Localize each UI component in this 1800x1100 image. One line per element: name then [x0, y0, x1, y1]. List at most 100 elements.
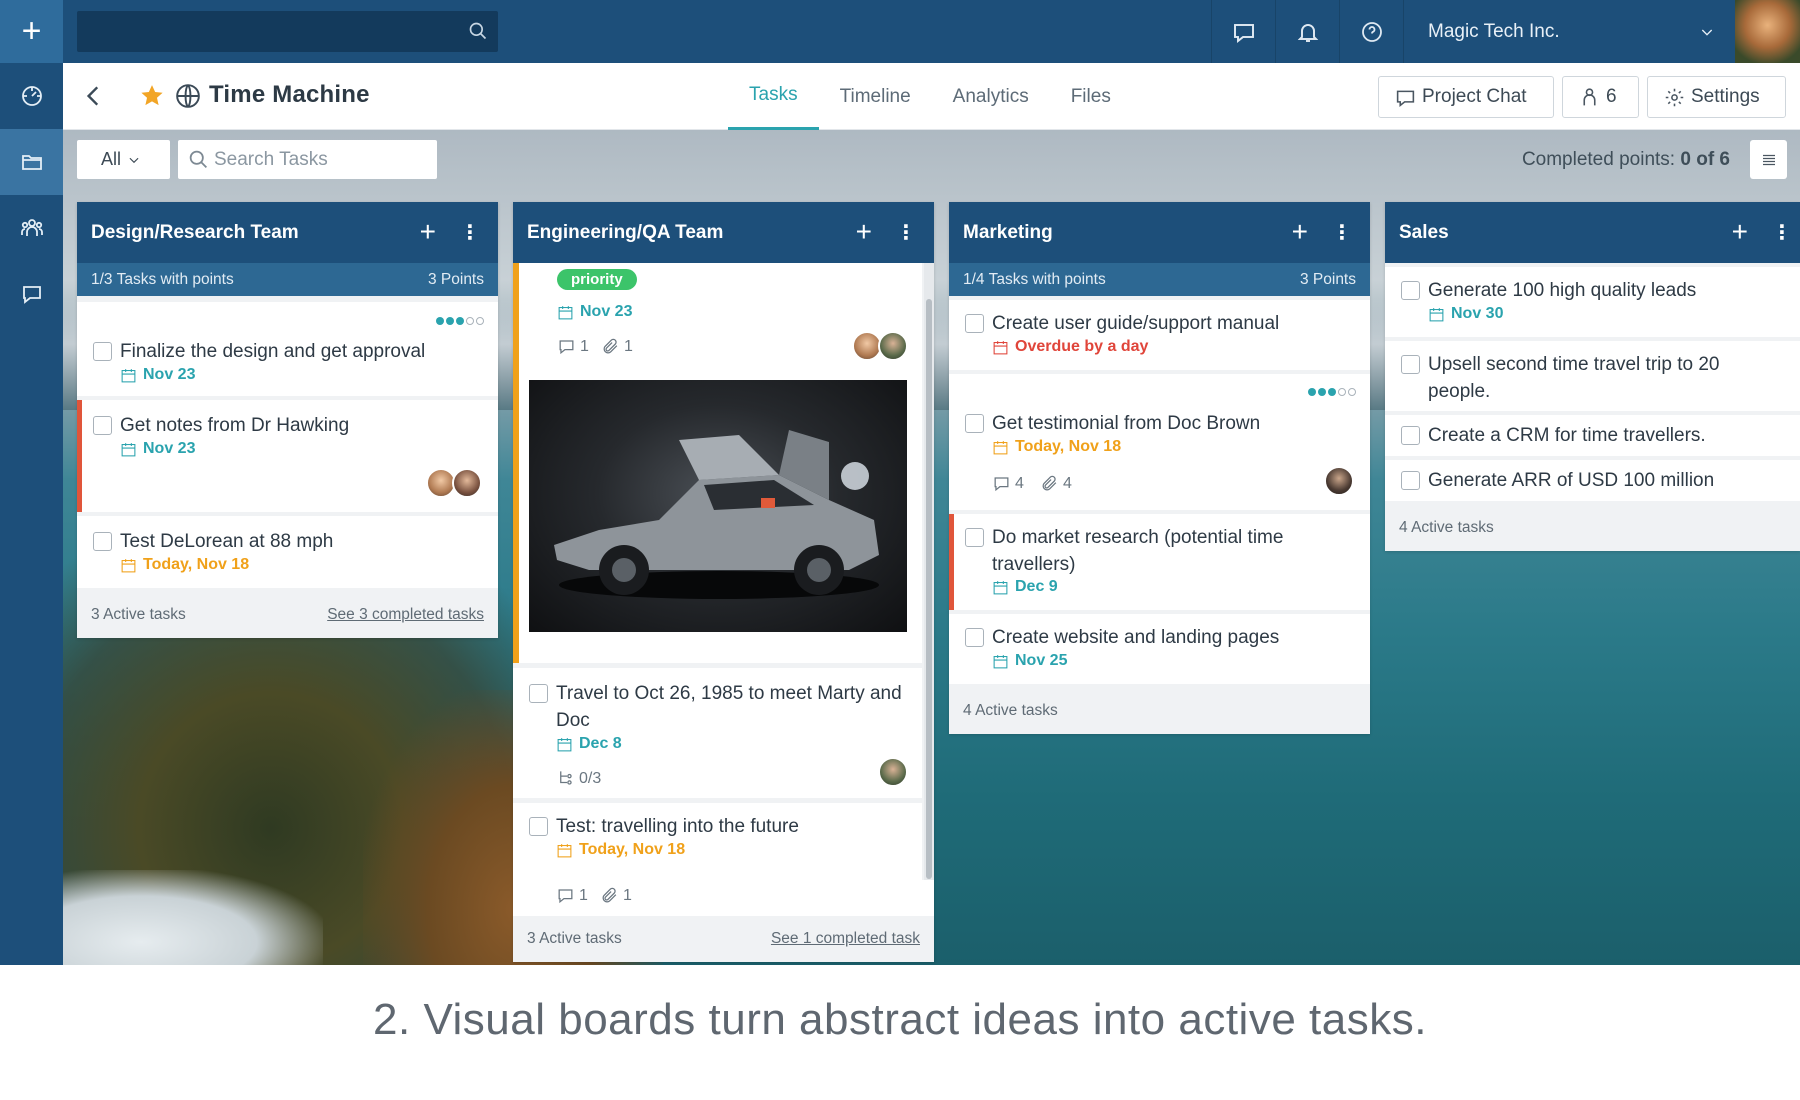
task-card[interactable]: Travel to Oct 26, 1985 to meet Marty and…	[513, 668, 922, 798]
chevron-down-icon	[129, 157, 139, 163]
task-checkbox[interactable]	[965, 628, 984, 647]
task-checkbox[interactable]	[965, 528, 984, 547]
more-options-icon[interactable]: ⋮	[894, 221, 918, 245]
comments-count: 1	[557, 337, 589, 356]
tab-files[interactable]: Files	[1050, 63, 1132, 130]
user-avatar[interactable]	[1735, 0, 1800, 63]
settings-label: Settings	[1691, 86, 1760, 107]
task-title: Create website and landing pages	[992, 627, 1280, 648]
due-date: Nov 23	[557, 303, 632, 321]
task-card[interactable]: Create a CRM for time travellers.	[1385, 415, 1800, 456]
back-arrow-icon[interactable]	[81, 83, 107, 109]
task-checkbox[interactable]	[93, 532, 112, 551]
scope-filter-value: All	[101, 149, 122, 169]
task-card[interactable]: Upsell second time travel trip to 20 peo…	[1385, 341, 1800, 411]
task-attachment-image[interactable]	[529, 380, 907, 632]
company-switcher[interactable]: Magic Tech Inc.	[1403, 0, 1735, 63]
task-checkbox[interactable]	[529, 684, 548, 703]
task-checkbox[interactable]	[1401, 426, 1420, 445]
projects-folder-icon[interactable]	[0, 129, 63, 195]
column-title: Marketing	[963, 221, 1053, 243]
attachments-count: 1	[600, 886, 632, 905]
tab-analytics[interactable]: Analytics	[932, 63, 1050, 130]
add-task-icon[interactable]: +	[856, 218, 872, 246]
column-points-summary: 1/4 Tasks with points 3 Points	[949, 263, 1370, 296]
due-date: Nov 23	[120, 440, 195, 458]
priority-tag: priority	[557, 269, 637, 290]
team-people-icon[interactable]	[0, 195, 63, 261]
scope-filter-dropdown[interactable]: All	[77, 140, 170, 179]
assignee-avatar[interactable]	[1324, 466, 1354, 496]
more-options-icon[interactable]: ⋮	[1770, 221, 1794, 245]
task-card[interactable]: Test DeLorean at 88 mph Today, Nov 18	[77, 516, 498, 588]
tab-timeline[interactable]: Timeline	[819, 63, 932, 130]
task-checkbox[interactable]	[965, 414, 984, 433]
task-checkbox[interactable]	[529, 817, 548, 836]
column-footer: 3 Active tasks See 3 completed tasks	[77, 592, 498, 638]
task-card[interactable]: Finalize the design and get approval Nov…	[77, 302, 498, 396]
paperclip-icon	[603, 338, 618, 354]
column-sales: Sales + ⋮ Generate 100 high quality lead…	[1385, 202, 1800, 551]
more-options-icon[interactable]: ⋮	[1330, 221, 1354, 245]
scrollbar-track[interactable]	[924, 263, 934, 880]
task-card[interactable]: Test: travelling into the future Today, …	[513, 803, 922, 880]
task-checkbox[interactable]	[93, 342, 112, 361]
task-card[interactable]: Do market research (potential time trave…	[949, 514, 1370, 610]
due-date: Today, Nov 18	[120, 556, 249, 574]
task-title: Create user guide/support manual	[992, 313, 1280, 334]
task-checkbox[interactable]	[1401, 471, 1420, 490]
members-button[interactable]: 6	[1562, 76, 1639, 118]
help-icon[interactable]	[1339, 0, 1403, 63]
dashboard-nav-icon[interactable]	[0, 63, 63, 129]
points-total: 3 Points	[427, 270, 484, 288]
task-card[interactable]: Create website and landing pages Nov 25	[949, 614, 1370, 684]
column-scroll-area: priority Nov 23 1 1 Travel to Oct 26, 19…	[513, 263, 934, 880]
assignee-avatar[interactable]	[878, 757, 908, 787]
global-search-input[interactable]	[77, 11, 498, 52]
calendar-icon	[558, 305, 573, 319]
favorite-star-icon[interactable]	[139, 83, 165, 109]
task-card[interactable]: Generate ARR of USD 100 million	[1385, 460, 1800, 501]
column-marketing: Marketing + ⋮ 1/4 Tasks with points 3 Po…	[949, 202, 1370, 734]
paperclip-icon	[1042, 475, 1057, 491]
task-card[interactable]: Get testimonial from Doc Brown Today, No…	[949, 374, 1370, 510]
task-card[interactable]: Generate 100 high quality leads Nov 30	[1385, 267, 1800, 337]
search-tasks-input[interactable]: Search Tasks	[178, 140, 437, 179]
task-card[interactable]: Get notes from Dr Hawking Nov 23	[77, 400, 498, 512]
task-checkbox[interactable]	[1401, 355, 1420, 374]
chat-icon[interactable]	[1211, 0, 1275, 63]
column-title: Design/Research Team	[91, 221, 299, 243]
assignee-avatar[interactable]	[878, 331, 908, 361]
completed-points: Completed points: 0 of 6	[1522, 149, 1730, 171]
scrollbar-thumb[interactable]	[926, 299, 932, 879]
tasks-with-points: 1/3 Tasks with points	[91, 270, 234, 288]
completed-points-label: Completed points:	[1521, 149, 1676, 170]
column-engineering-qa: Engineering/QA Team + ⋮ priority Nov 23 …	[513, 202, 934, 962]
task-card[interactable]: priority Nov 23 1 1	[513, 263, 922, 663]
add-task-icon[interactable]: +	[1732, 218, 1748, 246]
create-new-button[interactable]: +	[0, 0, 63, 63]
task-title: Upsell second time travel trip to 20 peo…	[1428, 354, 1720, 402]
task-checkbox[interactable]	[93, 416, 112, 435]
project-chat-button[interactable]: Project Chat	[1378, 76, 1554, 118]
notifications-bell-icon[interactable]	[1275, 0, 1339, 63]
list-view-toggle[interactable]	[1750, 140, 1787, 179]
task-card[interactable]: Create user guide/support manual Overdue…	[949, 300, 1370, 370]
messages-chat-icon[interactable]	[0, 261, 63, 327]
add-task-icon[interactable]: +	[1292, 218, 1308, 246]
paperclip-icon	[602, 887, 617, 903]
assignee-avatar[interactable]	[452, 468, 482, 498]
task-checkbox[interactable]	[1401, 281, 1420, 300]
calendar-icon	[121, 368, 136, 382]
add-task-icon[interactable]: +	[420, 218, 436, 246]
more-options-icon[interactable]: ⋮	[458, 221, 482, 245]
task-checkbox[interactable]	[965, 314, 984, 333]
see-completed-link[interactable]: See 3 completed tasks	[327, 606, 484, 624]
tab-tasks[interactable]: Tasks	[728, 63, 819, 130]
chevron-down-icon	[1701, 29, 1713, 36]
settings-button[interactable]: Settings	[1647, 76, 1786, 118]
globe-icon	[176, 84, 200, 108]
tasks-with-points: 1/4 Tasks with points	[963, 270, 1106, 288]
see-completed-link[interactable]: See 1 completed task	[771, 930, 920, 948]
task-title: Get testimonial from Doc Brown	[992, 413, 1261, 434]
